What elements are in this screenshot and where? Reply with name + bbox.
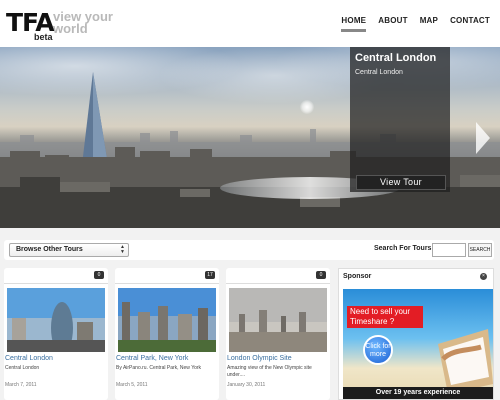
tour-card[interactable]: 0 London Olympic Site Amazing view of th… bbox=[226, 268, 330, 400]
tour-date: March 5, 2011 bbox=[116, 382, 148, 388]
close-icon[interactable]: × bbox=[480, 273, 487, 280]
search-input[interactable] bbox=[432, 243, 466, 257]
tour-thumbnail[interactable] bbox=[229, 288, 327, 352]
browse-tours-select[interactable]: Browse Other Tours ▲ ▼ bbox=[9, 243, 129, 257]
view-tour-button[interactable]: View Tour bbox=[356, 175, 446, 190]
tour-card[interactable]: 0 Central London Central London March 7,… bbox=[4, 268, 108, 400]
nav-map[interactable]: MAP bbox=[420, 16, 438, 32]
hero-panorama[interactable]: Central London Central London View Tour bbox=[0, 47, 500, 228]
tour-thumbnail[interactable] bbox=[7, 288, 105, 352]
search-button[interactable]: SEARCH bbox=[468, 243, 492, 257]
tour-title-link[interactable]: London Olympic Site bbox=[227, 355, 292, 362]
tour-card[interactable]: 17 Central Park, New York By AirPano.ru.… bbox=[115, 268, 219, 400]
card-header: 0 bbox=[226, 268, 330, 284]
nav-contact[interactable]: CONTACT bbox=[450, 16, 490, 32]
tour-thumbnail[interactable] bbox=[118, 288, 216, 352]
tour-title-link[interactable]: Central Park, New York bbox=[116, 355, 188, 362]
featured-tour-panel: Central London Central London bbox=[350, 47, 450, 192]
tour-description: Central London bbox=[5, 365, 40, 371]
comment-count-badge: 17 bbox=[205, 271, 215, 279]
sponsor-ad[interactable]: Need to sell your Timeshare ? Click for … bbox=[343, 289, 493, 399]
tagline: view your world bbox=[53, 10, 113, 36]
site-logo[interactable]: TFA beta bbox=[6, 8, 55, 42]
tour-description: Amazing view of the New Olympic site und… bbox=[227, 365, 312, 378]
search-label: Search For Tours bbox=[374, 245, 432, 252]
select-updown-icon: ▲ ▼ bbox=[120, 244, 125, 255]
featured-tour-title: Central London bbox=[355, 52, 437, 64]
comment-count-badge: 0 bbox=[94, 271, 104, 279]
comment-count-badge: 0 bbox=[316, 271, 326, 279]
card-header: 0 bbox=[4, 268, 108, 284]
sponsor-box: Sponsor × Need to sell your Timeshare ? … bbox=[338, 268, 494, 400]
logo-beta-badge: beta bbox=[34, 32, 53, 42]
sponsor-label: Sponsor bbox=[343, 273, 372, 280]
tour-title-link[interactable]: Central London bbox=[5, 355, 53, 362]
tour-date: March 7, 2011 bbox=[5, 382, 37, 388]
chevron-right-icon[interactable] bbox=[476, 122, 490, 154]
ad-click-button[interactable]: Click for more bbox=[363, 335, 393, 365]
main-nav: HOME ABOUT MAP CONTACT bbox=[341, 16, 490, 32]
card-header: 17 bbox=[115, 268, 219, 284]
nav-home[interactable]: HOME bbox=[341, 16, 367, 32]
tagline-line-2: world bbox=[53, 21, 88, 36]
browse-bar: Browse Other Tours ▲ ▼ Search For Tours S… bbox=[4, 240, 494, 260]
sun-flare bbox=[300, 100, 314, 114]
ad-headline: Need to sell your Timeshare ? bbox=[347, 306, 423, 328]
site-header: TFA beta view your world HOME ABOUT MAP … bbox=[0, 0, 500, 47]
browse-tours-label: Browse Other Tours bbox=[16, 246, 83, 253]
ad-footer: Over 19 years experience bbox=[343, 387, 493, 399]
tour-date: January 30, 2011 bbox=[227, 382, 266, 388]
tour-description: By AirPano.ru. Central Park, New York bbox=[116, 365, 202, 371]
featured-tour-subtitle: Central London bbox=[355, 69, 403, 76]
nav-about[interactable]: ABOUT bbox=[378, 16, 407, 32]
